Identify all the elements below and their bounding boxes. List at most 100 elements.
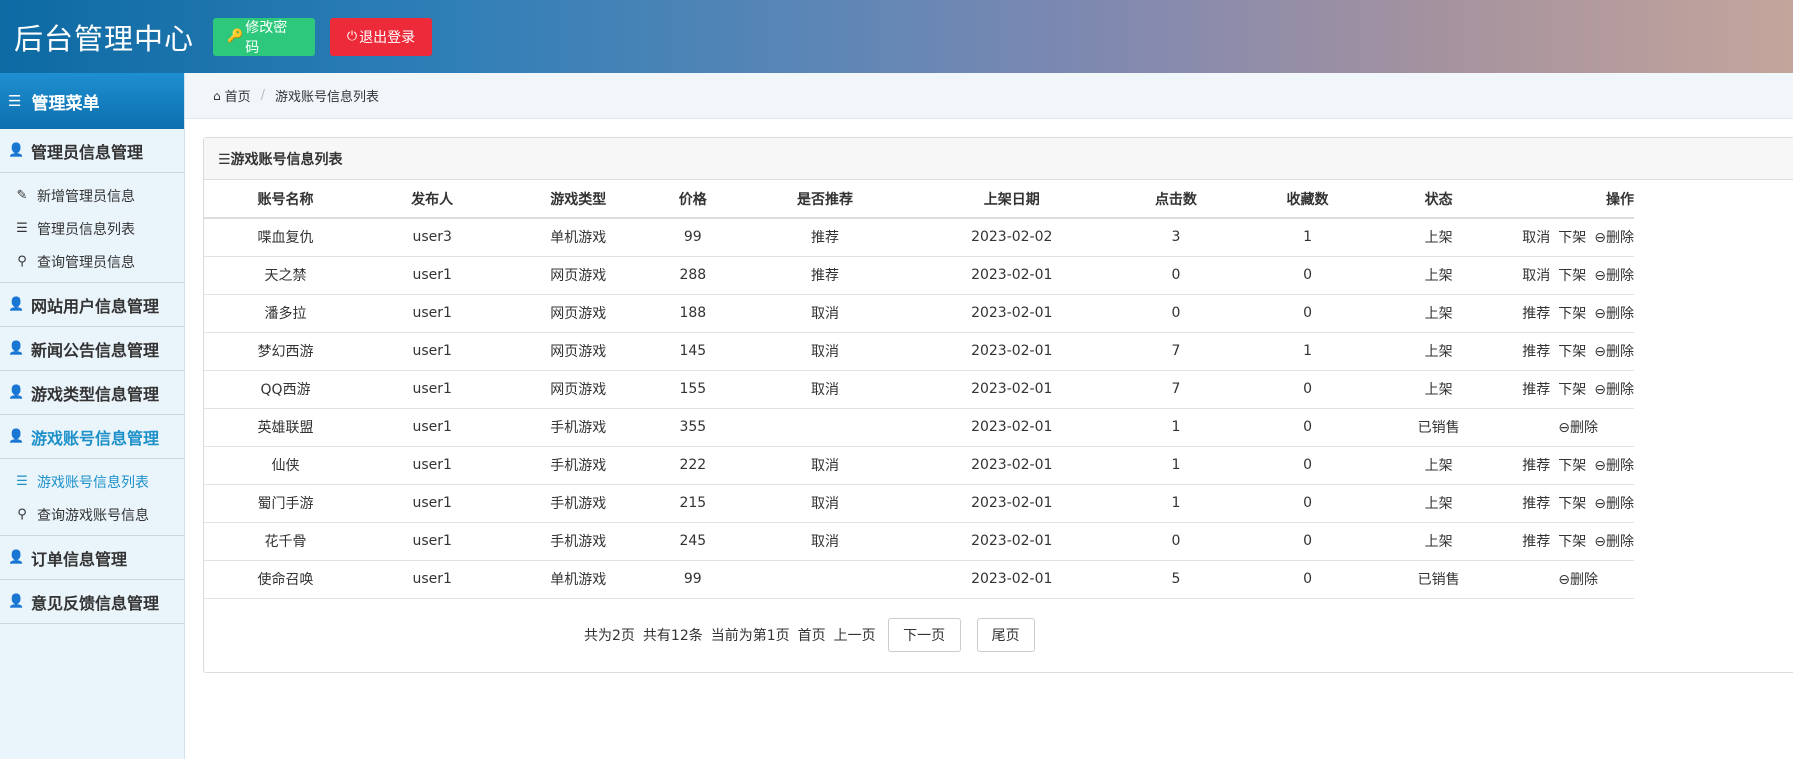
cell-clicks: 0 [1099, 256, 1253, 295]
cell-date: 2023-02-01 [923, 484, 1100, 523]
site-title: 后台管理中心 [14, 21, 195, 56]
user-icon: 👤 [8, 385, 25, 400]
cell-price: 99 [659, 218, 727, 257]
op-link[interactable]: ⊖删除 [1558, 572, 1598, 588]
cell-type: 手机游戏 [497, 446, 660, 485]
op-link[interactable]: ⊖删除 [1558, 420, 1598, 436]
cell-recommend [726, 560, 924, 599]
op-link[interactable]: ⊖删除 [1594, 344, 1634, 360]
column-header: 是否推荐 [726, 180, 924, 219]
sidebar-group-admin[interactable]: 👤 管理员信息管理 [0, 129, 184, 173]
op-link[interactable]: 取消 [1522, 230, 1550, 246]
op-link[interactable]: 取消 [1522, 268, 1550, 284]
cell-price: 188 [659, 294, 727, 333]
cell-status: 上架 [1363, 294, 1515, 333]
delete-icon: ⊖ [1594, 458, 1606, 474]
cell-price: 145 [659, 332, 727, 371]
search-icon: ⚲ [17, 507, 27, 522]
op-label: 删除 [1606, 534, 1634, 550]
op-link[interactable]: 推荐 [1522, 458, 1550, 474]
op-label: 删除 [1569, 572, 1598, 588]
sidebar-item-search-game-account[interactable]: ⚲ 查询游戏账号信息 [0, 498, 184, 531]
logout-button[interactable]: ⏻ 退出登录 [330, 17, 433, 56]
column-header: 收藏数 [1252, 180, 1364, 219]
column-header: 价格 [659, 180, 727, 219]
op-link[interactable]: 推荐 [1522, 306, 1550, 322]
sidebar-item-admin-list[interactable]: ☰ 管理员信息列表 [0, 212, 184, 245]
op-link[interactable]: 下架 [1558, 344, 1586, 360]
op-link[interactable]: 下架 [1558, 268, 1586, 284]
op-link[interactable]: 推荐 [1522, 534, 1550, 550]
cell-ops: 推荐 下架 ⊖删除 [1514, 484, 1634, 523]
pager-total-pages: 共为2页 [584, 628, 635, 644]
pager-total-records: 共有12条 [642, 628, 703, 644]
cell-name: 梦幻西游 [204, 332, 368, 371]
list-panel: ☰游戏账号信息列表 账号名称 发布人 游戏类型 价格 是否推荐 上架日期 点击数… [203, 137, 1793, 673]
table-row: 天之禁 user1 网页游戏 288 推荐 2023-02-01 0 0 上架 取消 下架 ⊖删除 [204, 256, 1634, 295]
op-link[interactable]: 下架 [1558, 458, 1586, 474]
pager-first[interactable]: 首页 [798, 625, 826, 645]
cell-clicks: 1 [1099, 446, 1253, 485]
cell-clicks: 0 [1099, 294, 1253, 333]
op-label: 下架 [1558, 306, 1587, 322]
sidebar-group-news[interactable]: 👤 新闻公告信息管理 [0, 327, 184, 371]
op-link[interactable]: 下架 [1558, 496, 1586, 512]
op-link[interactable]: 下架 [1558, 306, 1586, 322]
op-label: 下架 [1558, 458, 1587, 474]
op-link[interactable]: ⊖删除 [1594, 534, 1634, 550]
cell-ops: 推荐 下架 ⊖删除 [1514, 294, 1634, 333]
op-link[interactable]: 下架 [1558, 382, 1586, 398]
cell-ops: ⊖删除 [1514, 560, 1634, 599]
cell-status: 上架 [1363, 484, 1515, 523]
user-icon: 👤 [8, 297, 25, 312]
cell-recommend: 推荐 [726, 218, 924, 257]
sidebar-group-feedback[interactable]: 👤 意见反馈信息管理 [0, 580, 184, 624]
next-page-button[interactable]: 下一页 [887, 618, 961, 652]
cell-ops: 推荐 下架 ⊖删除 [1514, 446, 1634, 485]
cell-price: 222 [659, 446, 727, 485]
cell-price: 355 [659, 408, 727, 447]
game-account-table: 账号名称 发布人 游戏类型 价格 是否推荐 上架日期 点击数 收藏数 状态 操作… [204, 180, 1634, 599]
op-link[interactable]: ⊖删除 [1594, 268, 1634, 284]
sidebar-group-game-types[interactable]: 👤 游戏类型信息管理 [0, 371, 184, 415]
last-page-button[interactable]: 尾页 [976, 618, 1035, 652]
change-password-button[interactable]: 🔑 修改密码 [213, 17, 316, 56]
sidebar-group-game-accounts[interactable]: 👤 游戏账号信息管理 [0, 415, 184, 459]
op-link[interactable]: 推荐 [1522, 382, 1550, 398]
cell-date: 2023-02-01 [923, 560, 1100, 599]
table-row: QQ西游 user1 网页游戏 155 取消 2023-02-01 7 0 上架 推荐 下架 ⊖删除 [204, 370, 1634, 409]
cell-date: 2023-02-01 [923, 522, 1100, 561]
edit-icon: ✎ [16, 188, 28, 203]
op-link[interactable]: 推荐 [1522, 496, 1550, 512]
sidebar-group-orders[interactable]: 👤 订单信息管理 [0, 536, 184, 580]
op-link[interactable]: ⊖删除 [1594, 382, 1634, 398]
column-header: 发布人 [367, 180, 498, 219]
cell-date: 2023-02-01 [923, 294, 1100, 333]
op-link[interactable]: ⊖删除 [1594, 306, 1634, 322]
table-row: 仙侠 user1 手机游戏 222 取消 2023-02-01 1 0 上架 推荐 下架 ⊖删除 [204, 446, 1634, 485]
op-link[interactable]: ⊖删除 [1594, 230, 1634, 246]
breadcrumb-home[interactable]: 首页 [225, 86, 251, 105]
cell-date: 2023-02-01 [923, 370, 1100, 409]
cell-ops: 取消 下架 ⊖删除 [1514, 218, 1634, 257]
op-link[interactable]: 下架 [1558, 230, 1586, 246]
delete-icon: ⊖ [1594, 306, 1606, 322]
sidebar-item-game-account-list[interactable]: ☰ 游戏账号信息列表 [0, 465, 184, 498]
delete-icon: ⊖ [1558, 572, 1570, 588]
pager-prev[interactable]: 上一页 [834, 625, 876, 645]
sidebar-item-add-admin[interactable]: ✎ 新增管理员信息 [0, 179, 184, 212]
op-label: 下架 [1558, 344, 1587, 360]
sidebar-item-search-admin[interactable]: ⚲ 查询管理员信息 [0, 245, 184, 278]
cell-ops: 取消 下架 ⊖删除 [1514, 256, 1634, 295]
op-label: 下架 [1558, 230, 1587, 247]
op-link[interactable]: 推荐 [1522, 344, 1550, 360]
op-label: 下架 [1558, 534, 1587, 550]
op-link[interactable]: ⊖删除 [1594, 458, 1634, 474]
breadcrumb-current: 游戏账号信息列表 [275, 90, 380, 105]
sidebar-group-users[interactable]: 👤 网站用户信息管理 [0, 283, 184, 327]
cell-publisher: user1 [367, 370, 498, 409]
key-icon: 🔑 [227, 29, 244, 44]
op-link[interactable]: 下架 [1558, 534, 1586, 550]
op-link[interactable]: ⊖删除 [1594, 496, 1634, 512]
cell-ops: ⊖删除 [1514, 408, 1634, 447]
